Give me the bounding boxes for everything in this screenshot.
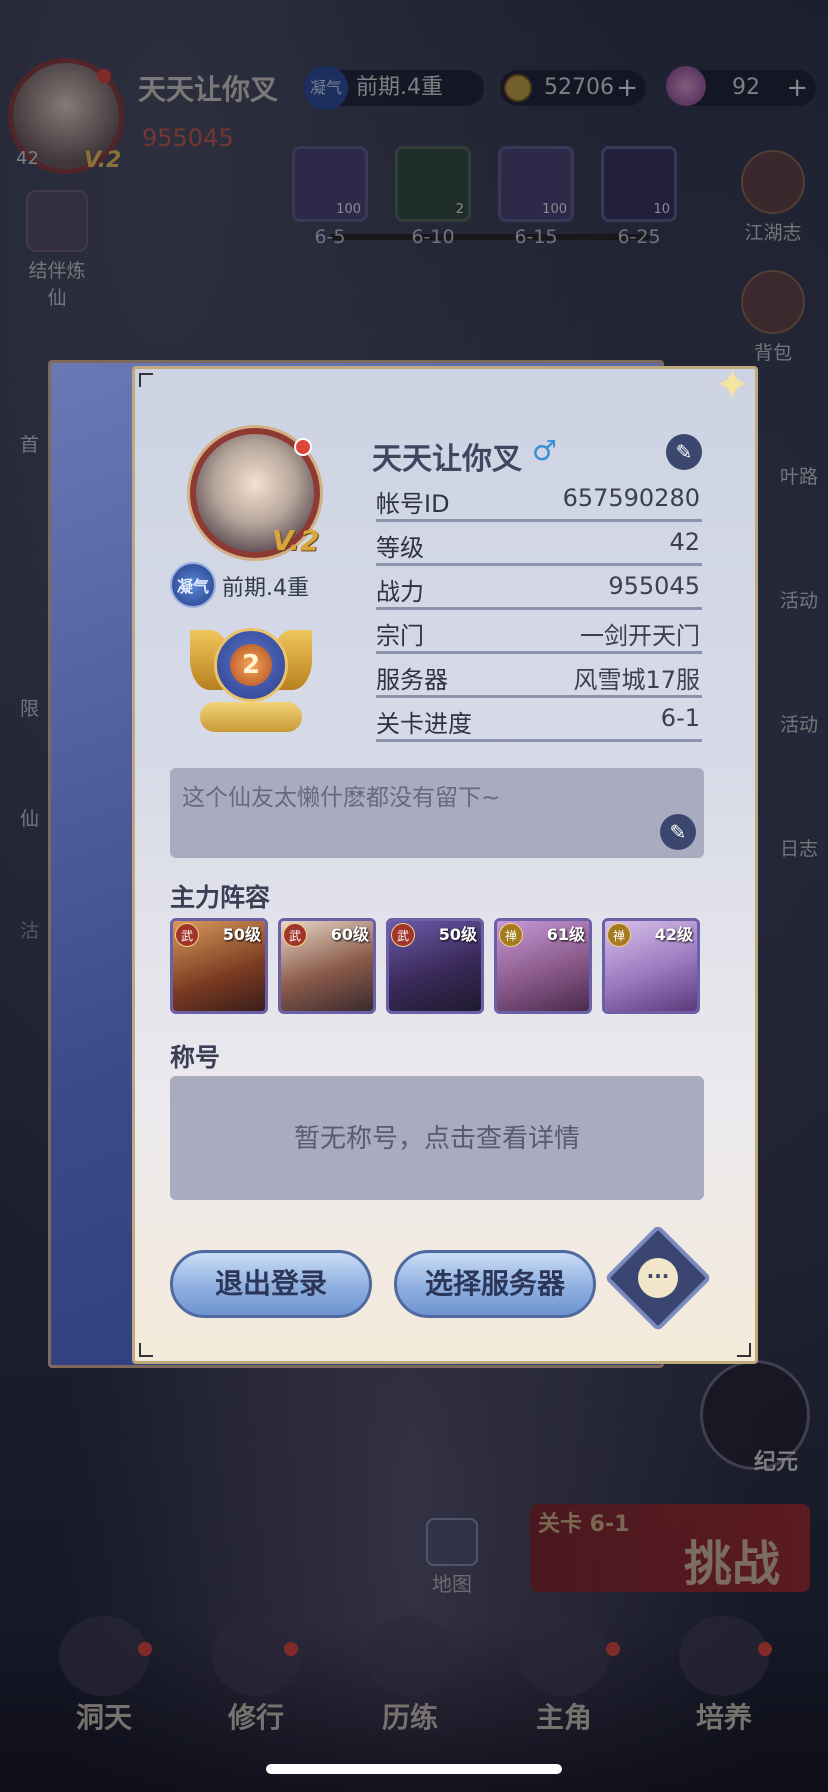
- select-server-button[interactable]: 选择服务器: [394, 1250, 596, 1318]
- info-value: 657590280: [562, 484, 700, 512]
- signature-text: 这个仙友太懒什麽都没有留下~: [182, 785, 501, 811]
- info-row-level: 等级 42: [376, 522, 702, 566]
- corner-ornament: [139, 373, 153, 387]
- signature-box[interactable]: 这个仙友太懒什麽都没有留下~ ✎: [170, 768, 704, 858]
- hero-class-tag: 禅: [607, 923, 631, 947]
- edit-name-icon[interactable]: ✎: [666, 434, 702, 470]
- info-value: 一剑开天门: [580, 622, 700, 650]
- hero-class-tag: 武: [283, 923, 307, 947]
- lineup-hero[interactable]: 武 60级: [278, 918, 376, 1014]
- hero-level: 42级: [654, 925, 693, 944]
- lineup-hero[interactable]: 禅 42级: [602, 918, 700, 1014]
- info-row-sect[interactable]: 宗门 一剑开天门: [376, 610, 702, 654]
- info-value: 6-1: [660, 704, 700, 732]
- level-badge[interactable]: 2: [190, 622, 312, 740]
- home-indicator[interactable]: [266, 1764, 562, 1774]
- corner-ornament: [139, 1343, 153, 1357]
- lineup-hero[interactable]: 武 50级: [170, 918, 268, 1014]
- lineup-hero[interactable]: 禅 61级: [494, 918, 592, 1014]
- info-row-server: 服务器 风雪城17服: [376, 654, 702, 698]
- edit-signature-icon[interactable]: ✎: [660, 814, 696, 850]
- lineup-title: 主力阵容: [170, 883, 271, 912]
- hero-level: 50级: [222, 925, 261, 944]
- rank-icon: 凝气: [170, 562, 216, 608]
- star-ornament-icon: ✦: [714, 360, 751, 411]
- more-icon: ···: [638, 1258, 678, 1298]
- info-row-account-id: 帐号ID 657590280: [376, 478, 702, 522]
- notification-dot: [294, 438, 312, 456]
- info-key: 服务器: [376, 666, 448, 694]
- info-key: 帐号ID: [376, 490, 450, 518]
- hero-level: 60级: [330, 925, 369, 944]
- gender-male-icon: ♂: [532, 434, 558, 467]
- logout-button[interactable]: 退出登录: [170, 1250, 372, 1318]
- hero-class-tag: 武: [175, 923, 199, 947]
- hero-level: 50级: [438, 925, 477, 944]
- title-section-heading: 称号: [170, 1043, 221, 1072]
- profile-name: 天天让你叉: [372, 442, 522, 477]
- corner-ornament: [737, 1343, 751, 1357]
- title-box[interactable]: 暂无称号，点击查看详情: [170, 1076, 704, 1200]
- profile-vip: V.2: [272, 524, 320, 557]
- hero-class-tag: 禅: [499, 923, 523, 947]
- info-row-stage-progress: 关卡进度 6-1: [376, 698, 702, 742]
- info-key: 等级: [376, 534, 424, 562]
- info-key: 战力: [376, 578, 424, 606]
- info-value: 42: [669, 528, 700, 556]
- info-key: 关卡进度: [376, 710, 472, 738]
- hero-class-tag: 武: [391, 923, 415, 947]
- info-key: 宗门: [376, 622, 424, 650]
- badge-level: 2: [230, 644, 272, 686]
- info-row-power: 战力 955045: [376, 566, 702, 610]
- info-value: 风雪城17服: [573, 666, 700, 694]
- title-empty-text: 暂无称号，点击查看详情: [293, 1124, 580, 1154]
- badge-cloud: [200, 702, 302, 732]
- info-value: 955045: [608, 572, 700, 600]
- hero-level: 61级: [546, 925, 585, 944]
- profile-rank: 前期.4重: [222, 576, 309, 601]
- lineup-hero[interactable]: 武 50级: [386, 918, 484, 1014]
